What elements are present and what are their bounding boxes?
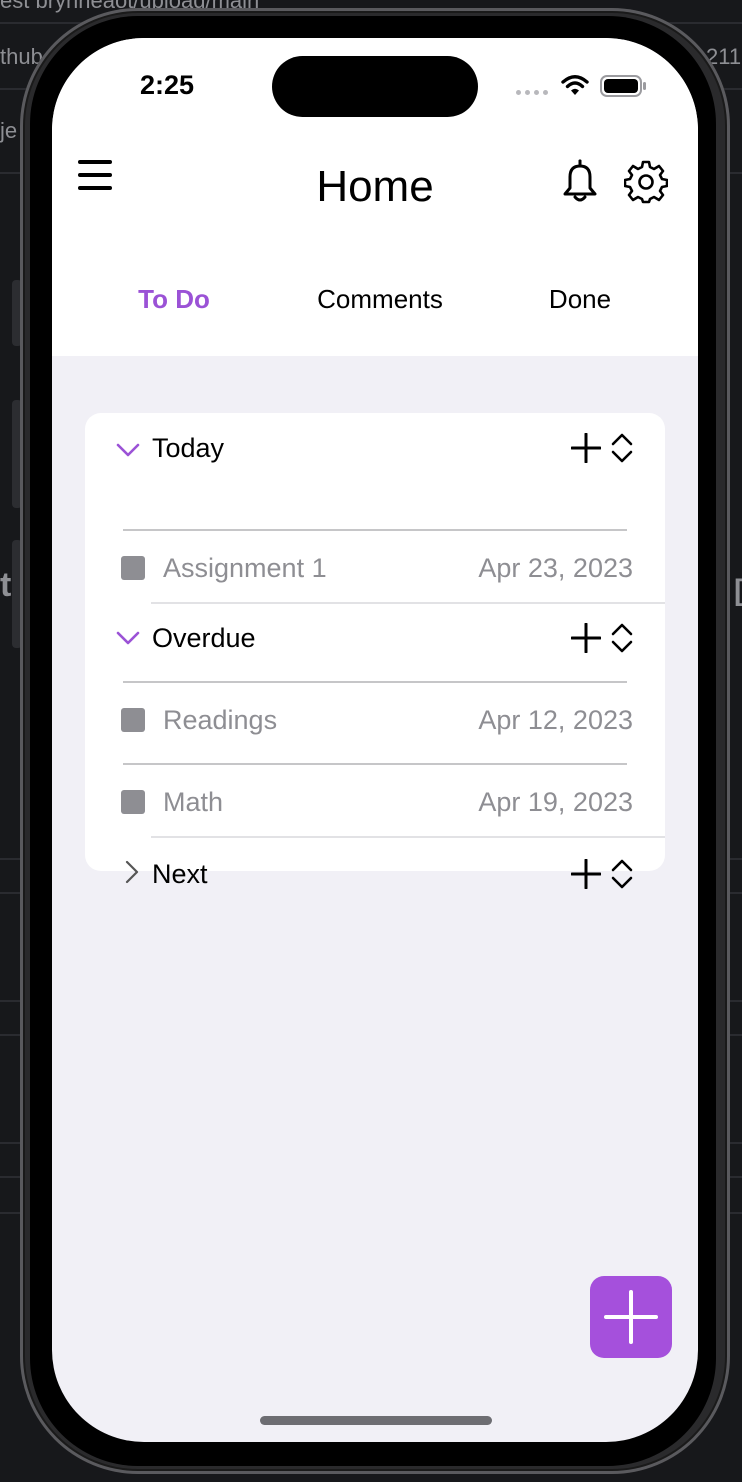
background-text: je (0, 118, 18, 143)
chevron-right-icon[interactable] (119, 859, 145, 885)
background-text: [ (734, 574, 742, 608)
task-label: Math (163, 787, 224, 817)
task-row[interactable]: Assignment 1 Apr 23, 2023 (85, 533, 665, 605)
task-row[interactable]: Readings Apr 12, 2023 (85, 685, 665, 757)
task-row[interactable]: Math Apr 19, 2023 (85, 767, 665, 839)
chevron-down-icon[interactable] (115, 625, 141, 651)
add-task-icon[interactable] (571, 433, 601, 463)
plus-icon (604, 1290, 658, 1344)
header-area: 2:25 Home To Do Comments Done (52, 38, 698, 356)
divider (123, 681, 627, 683)
tab-comments[interactable]: Comments (300, 284, 460, 315)
section-header-next[interactable]: Next (85, 839, 665, 909)
section-header-overdue[interactable]: Overdue (85, 605, 665, 675)
task-date: Apr 12, 2023 (478, 705, 633, 735)
sort-chevron-icon[interactable] (611, 433, 633, 463)
section-header-today[interactable]: Today (85, 413, 665, 483)
bell-icon[interactable] (558, 158, 602, 204)
tab-done[interactable]: Done (530, 284, 630, 315)
chevron-down-icon[interactable] (115, 437, 141, 463)
task-label: Readings (163, 705, 278, 735)
phone-screen: 2:25 Home To Do Comments Done Today Assi… (52, 38, 698, 1442)
tab-bar: To Do Comments Done (52, 284, 698, 324)
add-task-icon[interactable] (571, 859, 601, 889)
task-checkbox[interactable] (121, 790, 145, 814)
task-date: Apr 19, 2023 (478, 787, 633, 817)
divider (123, 763, 627, 765)
section-title: Overdue (152, 623, 256, 653)
add-button[interactable] (590, 1276, 672, 1358)
task-label: Assignment 1 (163, 553, 327, 583)
sort-chevron-icon[interactable] (611, 623, 633, 653)
cellular-signal-icon (516, 90, 548, 95)
home-indicator[interactable] (260, 1416, 492, 1425)
section-title: Next (152, 859, 208, 889)
wifi-icon (561, 75, 589, 95)
dynamic-island (272, 56, 478, 117)
task-checkbox[interactable] (121, 708, 145, 732)
tab-to-do[interactable]: To Do (114, 284, 234, 315)
task-list-card: Today Assignment 1 Apr 23, 2023 Overdue (85, 413, 665, 889)
task-checkbox[interactable] (121, 556, 145, 580)
section-title: Today (152, 433, 225, 463)
status-time: 2:25 (140, 70, 195, 100)
gear-icon[interactable] (624, 160, 668, 204)
add-task-icon[interactable] (571, 623, 601, 653)
divider (151, 602, 665, 604)
sort-chevron-icon[interactable] (611, 859, 633, 889)
battery-icon (600, 75, 646, 97)
background-text: t (0, 566, 12, 604)
divider (123, 529, 627, 531)
task-date: Apr 23, 2023 (478, 553, 633, 583)
divider (151, 836, 665, 838)
